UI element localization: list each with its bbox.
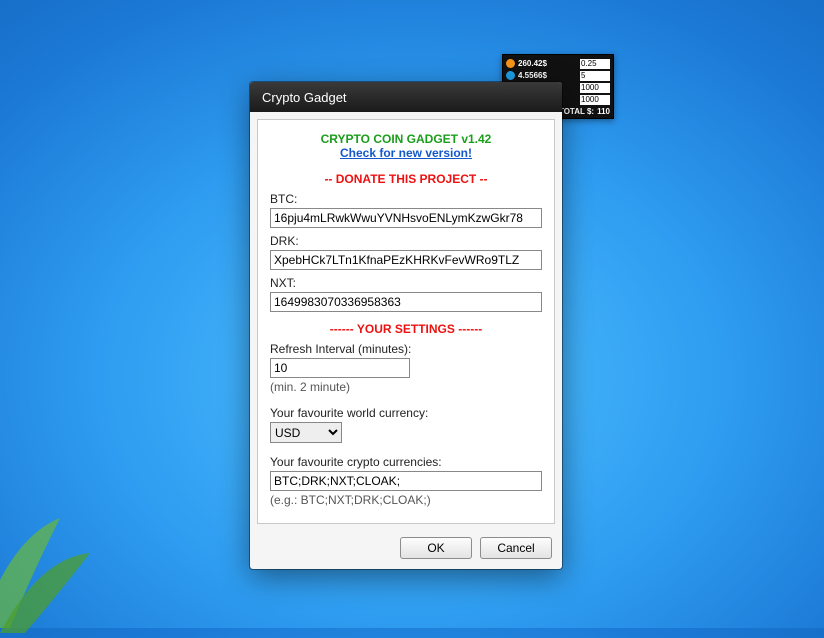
gadget-row: 4.5566$ <box>506 70 610 81</box>
drk-icon <box>506 71 515 80</box>
settings-dialog: Crypto Gadget CRYPTO COIN GADGET v1.42 C… <box>250 82 562 569</box>
qty-input[interactable] <box>580 71 610 81</box>
currency-label: Your favourite world currency: <box>270 406 542 420</box>
cancel-button[interactable]: Cancel <box>480 537 552 559</box>
total-value: 110 <box>597 107 610 116</box>
cryptos-input[interactable] <box>270 471 542 491</box>
refresh-interval-input[interactable] <box>270 358 410 378</box>
gadget-row: 260.42$ <box>506 58 610 69</box>
refresh-hint: (min. 2 minute) <box>270 380 542 394</box>
drk-label: DRK: <box>270 234 542 248</box>
app-title: CRYPTO COIN GADGET v1.42 <box>270 132 542 146</box>
btc-icon <box>506 59 515 68</box>
cryptos-hint: (e.g.: BTC;NXT;DRK;CLOAK;) <box>270 493 542 507</box>
btc-address-input[interactable] <box>270 208 542 228</box>
qty-input[interactable] <box>580 59 610 69</box>
ok-button[interactable]: OK <box>400 537 472 559</box>
currency-select[interactable]: USD <box>270 422 342 443</box>
qty-input[interactable] <box>580 95 610 105</box>
qty-input[interactable] <box>580 83 610 93</box>
total-label: TOTAL $: <box>559 107 594 116</box>
donate-heading: -- DONATE THIS PROJECT -- <box>270 172 542 186</box>
dialog-button-row: OK Cancel <box>250 531 562 569</box>
btc-label: BTC: <box>270 192 542 206</box>
check-version-link[interactable]: Check for new version! <box>340 146 472 160</box>
drk-address-input[interactable] <box>270 250 542 270</box>
dialog-titlebar[interactable]: Crypto Gadget <box>250 82 562 112</box>
price-value: 4.5566$ <box>518 71 580 80</box>
nxt-label: NXT: <box>270 276 542 290</box>
cryptos-label: Your favourite crypto currencies: <box>270 455 542 469</box>
settings-heading: ------ YOUR SETTINGS ------ <box>270 322 542 336</box>
refresh-label: Refresh Interval (minutes): <box>270 342 542 356</box>
dialog-title: Crypto Gadget <box>262 90 347 105</box>
nxt-address-input[interactable] <box>270 292 542 312</box>
dialog-body: CRYPTO COIN GADGET v1.42 Check for new v… <box>257 119 555 524</box>
price-value: 260.42$ <box>518 59 580 68</box>
wallpaper-leaf-decoration <box>0 458 150 638</box>
